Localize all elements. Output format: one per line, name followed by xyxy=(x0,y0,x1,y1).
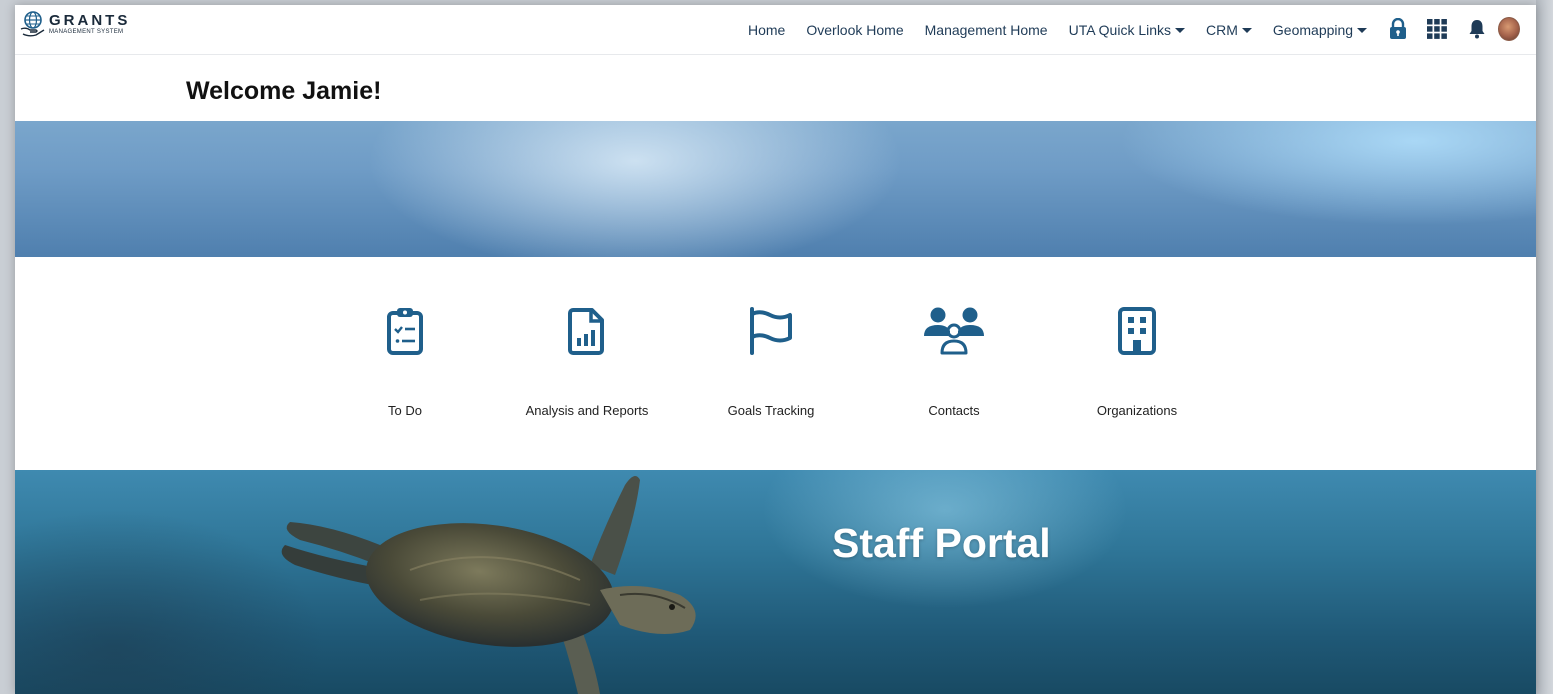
nav-geomapping-dropdown[interactable]: Geomapping xyxy=(1272,22,1368,38)
tile-to-do[interactable]: To Do xyxy=(315,257,495,470)
grants-logo[interactable]: GRANTS MANAGEMENT SYSTEM xyxy=(20,10,130,38)
tile-contacts[interactable]: Contacts xyxy=(864,257,1044,470)
nav-management-home-label: Management Home xyxy=(924,22,1048,38)
quick-access-tiles: To Do Analysis and Reports Goals Trackin… xyxy=(15,257,1536,470)
logo-title: GRANTS xyxy=(49,12,131,29)
page: GRANTS MANAGEMENT SYSTEM Home Overlook H… xyxy=(15,5,1536,694)
sea-turtle-image xyxy=(281,476,696,694)
nav-geomapping-label: Geomapping xyxy=(1272,22,1354,38)
welcome-heading: Welcome Jamie! xyxy=(186,77,382,105)
flag-icon xyxy=(750,307,792,355)
caret-down-icon xyxy=(1357,28,1368,33)
tile-to-do-label: To Do xyxy=(388,403,422,418)
tile-organizations-label: Organizations xyxy=(1096,403,1178,418)
caret-down-icon xyxy=(1241,28,1252,33)
tile-goals-tracking-label: Goals Tracking xyxy=(727,403,815,418)
nav-links: Home Overlook Home Management Home UTA Q… xyxy=(748,22,1388,38)
lock-icon[interactable] xyxy=(1387,17,1409,41)
globe-hand-icon xyxy=(20,11,45,37)
staff-portal-title: Staff Portal xyxy=(832,520,1051,566)
tile-goals-tracking[interactable]: Goals Tracking xyxy=(681,257,861,470)
hero-banner: Staff Portal xyxy=(15,470,1536,694)
building-icon xyxy=(1118,307,1156,355)
bell-icon[interactable] xyxy=(1466,17,1488,41)
nav-uta-quick-links-label: UTA Quick Links xyxy=(1068,22,1172,38)
nav-crm-label: CRM xyxy=(1206,22,1238,38)
apps-grid-icon[interactable] xyxy=(1426,17,1448,41)
nav-home[interactable]: Home xyxy=(748,22,785,38)
report-chart-icon xyxy=(568,308,604,355)
nav-uta-quick-links-dropdown[interactable]: UTA Quick Links xyxy=(1068,22,1186,38)
avatar-image xyxy=(1498,17,1520,41)
header-banner-image xyxy=(15,121,1536,257)
clipboard-checklist-icon xyxy=(387,308,423,355)
user-avatar[interactable] xyxy=(1498,17,1520,41)
caret-down-icon xyxy=(1175,28,1186,33)
nav-overlook-home-label: Overlook Home xyxy=(806,22,904,38)
nav-overlook-home[interactable]: Overlook Home xyxy=(806,22,903,38)
logo-subtitle: MANAGEMENT SYSTEM xyxy=(49,29,124,35)
window-edge xyxy=(1536,0,1553,694)
tile-organizations[interactable]: Organizations xyxy=(1047,257,1227,470)
top-navigation: GRANTS MANAGEMENT SYSTEM Home Overlook H… xyxy=(15,5,1536,55)
nav-home-label: Home xyxy=(748,22,786,38)
tile-contacts-label: Contacts xyxy=(928,403,980,418)
tile-analysis-and-reports[interactable]: Analysis and Reports xyxy=(497,257,677,470)
nav-crm-dropdown[interactable]: CRM xyxy=(1206,22,1252,38)
tile-analysis-and-reports-label: Analysis and Reports xyxy=(525,403,649,418)
nav-icon-group xyxy=(1387,17,1520,41)
nav-management-home[interactable]: Management Home xyxy=(925,22,1048,38)
contacts-group-icon xyxy=(924,307,984,355)
